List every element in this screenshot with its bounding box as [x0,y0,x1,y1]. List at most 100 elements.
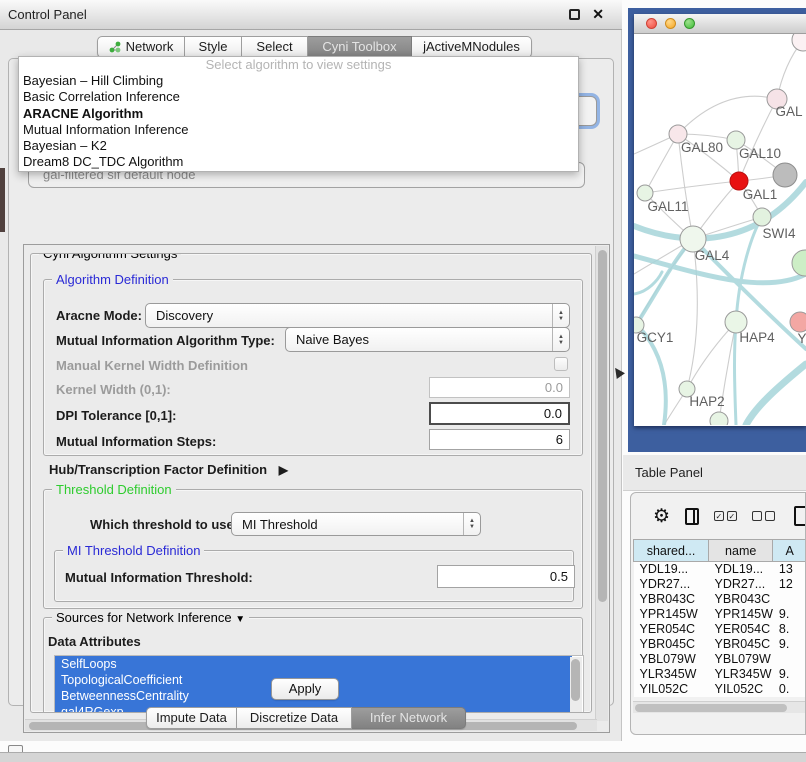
mi-threshold-group: MI Threshold Definition Mutual Informati… [54,550,574,602]
columns-icon[interactable] [685,508,699,525]
group-title: MI Threshold Definition [63,543,204,558]
table-row[interactable]: YPR145WYPR145W9. [634,607,806,622]
node-label: GAL10 [739,146,781,161]
group-title: Threshold Definition [52,482,176,497]
zoom-button[interactable] [684,18,695,29]
network-window-titlebar[interactable] [634,14,806,34]
network-canvas[interactable]: GALGAL80GAL10GAL1GAL11SWI4GAL4GCY1HAP4YH… [634,34,806,425]
threshold-definition-group: Threshold Definition Which threshold to … [43,489,583,609]
group-title: Cyni Algorithm Settings [39,253,181,261]
tab-jactivemnodules[interactable]: jActiveMNodules [412,36,532,58]
status-strip [0,752,806,762]
select-all-icon[interactable]: ✓✓ [714,511,737,521]
table-row[interactable]: YDL19...YDL19...13 [634,562,806,577]
table-row[interactable]: YDR27...YDR27...12 [634,577,806,592]
network-node[interactable] [792,250,806,276]
node-table[interactable]: shared...nameAYDL19...YDL19...13YDR27...… [633,539,806,697]
deselect-all-icon[interactable] [752,511,775,521]
mi-steps-input[interactable]: 6 [429,429,570,450]
gear-icon[interactable]: ⚙ [653,505,670,528]
node-label: Y [797,331,806,346]
network-node[interactable] [753,208,771,226]
mi-type-select[interactable]: Naive Bayes ▲▼ [285,327,570,352]
stepper-arrows-icon: ▲▼ [463,513,480,535]
close-icon[interactable]: ✕ [592,6,604,23]
minimize-button[interactable] [665,18,676,29]
node-label: GAL80 [681,140,723,155]
float-window-icon[interactable] [569,9,580,20]
node-label: GAL [775,104,803,119]
algorithm-dropdown-popup: Select algorithm to view settings Bayesi… [18,56,579,172]
network-node[interactable] [790,312,806,332]
dropdown-item[interactable]: Mutual Information Inference [19,122,578,138]
node-label: GCY1 [637,330,674,345]
dropdown-placeholder: Select algorithm to view settings [19,57,578,73]
tab-impute-data[interactable]: Impute Data [146,707,237,729]
aracne-mode-select[interactable]: Discovery ▲▼ [145,303,570,328]
export-table-icon[interactable] [794,506,806,526]
tab-select[interactable]: Select [242,36,308,58]
control-panel-tabs: NetworkStyleSelectCyni ToolboxjActiveMNo… [97,36,532,58]
which-threshold-select[interactable]: MI Threshold ▲▼ [231,512,481,536]
list-scrollbar[interactable] [570,657,582,713]
network-node[interactable] [792,34,806,51]
table-row[interactable]: YBR043CYBR043C [634,592,806,607]
dropdown-item[interactable]: Bayesian – K2 [19,138,578,154]
dpi-tolerance-label: DPI Tolerance [0,1]: [56,408,176,423]
cyni-mode-tabs: Impute DataDiscretize DataInfer Network [146,707,466,729]
aracne-mode-label: Aracne Mode: [56,308,142,323]
table-row[interactable]: YIL052CYIL052C0. [634,682,806,697]
table-row[interactable]: YBR045CYBR045C9. [634,637,806,652]
tab-cyni-toolbox[interactable]: Cyni Toolbox [308,36,412,58]
close-button[interactable] [646,18,657,29]
network-graph: GALGAL80GAL10GAL1GAL11SWI4GAL4GCY1HAP4YH… [634,34,806,425]
background-window-sliver [0,168,5,232]
stepper-arrows-icon: ▲▼ [552,328,569,351]
apply-button[interactable]: Apply [271,678,339,700]
dropdown-item[interactable]: ARACNE Algorithm [19,106,578,122]
mi-threshold-input[interactable]: 0.5 [437,565,575,588]
node-label: GAL4 [695,248,730,263]
vertical-scrollbar[interactable] [595,246,608,721]
tab-style[interactable]: Style [185,36,242,58]
table-toolbar: ⚙ ✓✓ [631,493,806,539]
dropdown-item[interactable]: Basic Correlation Inference [19,89,578,105]
node-label: GAL11 [647,199,688,214]
kernel-width-input[interactable]: 0.0 [429,377,570,398]
control-panel-titlebar: Control Panel ✕ [0,0,622,30]
table-row[interactable]: YLR345WYLR345W9. [634,667,806,682]
manual-kernel-label: Manual Kernel Width Definition [56,358,248,373]
group-title: Algorithm Definition [52,272,173,287]
attribute-item[interactable]: SelfLoops [55,656,572,672]
network-node[interactable] [710,412,728,425]
hub-definition-toggle[interactable]: Hub/Transcription Factor Definition ▶ [49,462,288,477]
column-header[interactable]: shared... [634,540,709,562]
column-header[interactable]: name [709,540,773,562]
mi-type-label: Mutual Information Algorithm Type: [56,333,275,348]
table-row[interactable]: YER054CYER054C8. [634,622,806,637]
data-attributes-label: Data Attributes [48,634,141,649]
dropdown-item[interactable]: Dream8 DC_TDC Algorithm [19,154,578,170]
tab-network[interactable]: Network [97,36,185,58]
cyni-algorithm-settings-group: Cyni Algorithm Settings Algorithm Defini… [30,253,592,713]
collapse-right-icon: ▶ [279,463,288,477]
mi-threshold-label: Mutual Information Threshold: [65,570,253,585]
tab-discretize-data[interactable]: Discretize Data [237,707,352,729]
network-node[interactable] [773,163,797,187]
dropdown-item[interactable]: Bayesian – Hill Climbing [19,73,578,89]
table-horizontal-scrollbar[interactable] [633,701,805,713]
node-label: HAP2 [689,394,724,409]
node-label: GAL1 [743,187,778,202]
tab-infer-network[interactable]: Infer Network [352,707,466,729]
manual-kernel-checkbox[interactable] [554,357,568,371]
algorithm-definition-group: Algorithm Definition Aracne Mode: Discov… [43,279,583,456]
sources-toggle[interactable]: Sources for Network Inference ▼ [52,610,249,625]
node-label: SWI4 [762,226,795,241]
network-icon [109,41,121,53]
table-panel-titlebar: Table Panel [623,455,806,491]
dpi-tolerance-input[interactable]: 0.0 [429,402,570,425]
table-panel: ⚙ ✓✓ shared...nameAYDL19...YDL19...13YDR… [630,492,806,735]
network-view-window[interactable]: GALGAL80GAL10GAL1GAL11SWI4GAL4GCY1HAP4YH… [628,8,806,452]
column-header[interactable]: A [773,540,806,562]
table-row[interactable]: YBL079WYBL079W [634,652,806,667]
